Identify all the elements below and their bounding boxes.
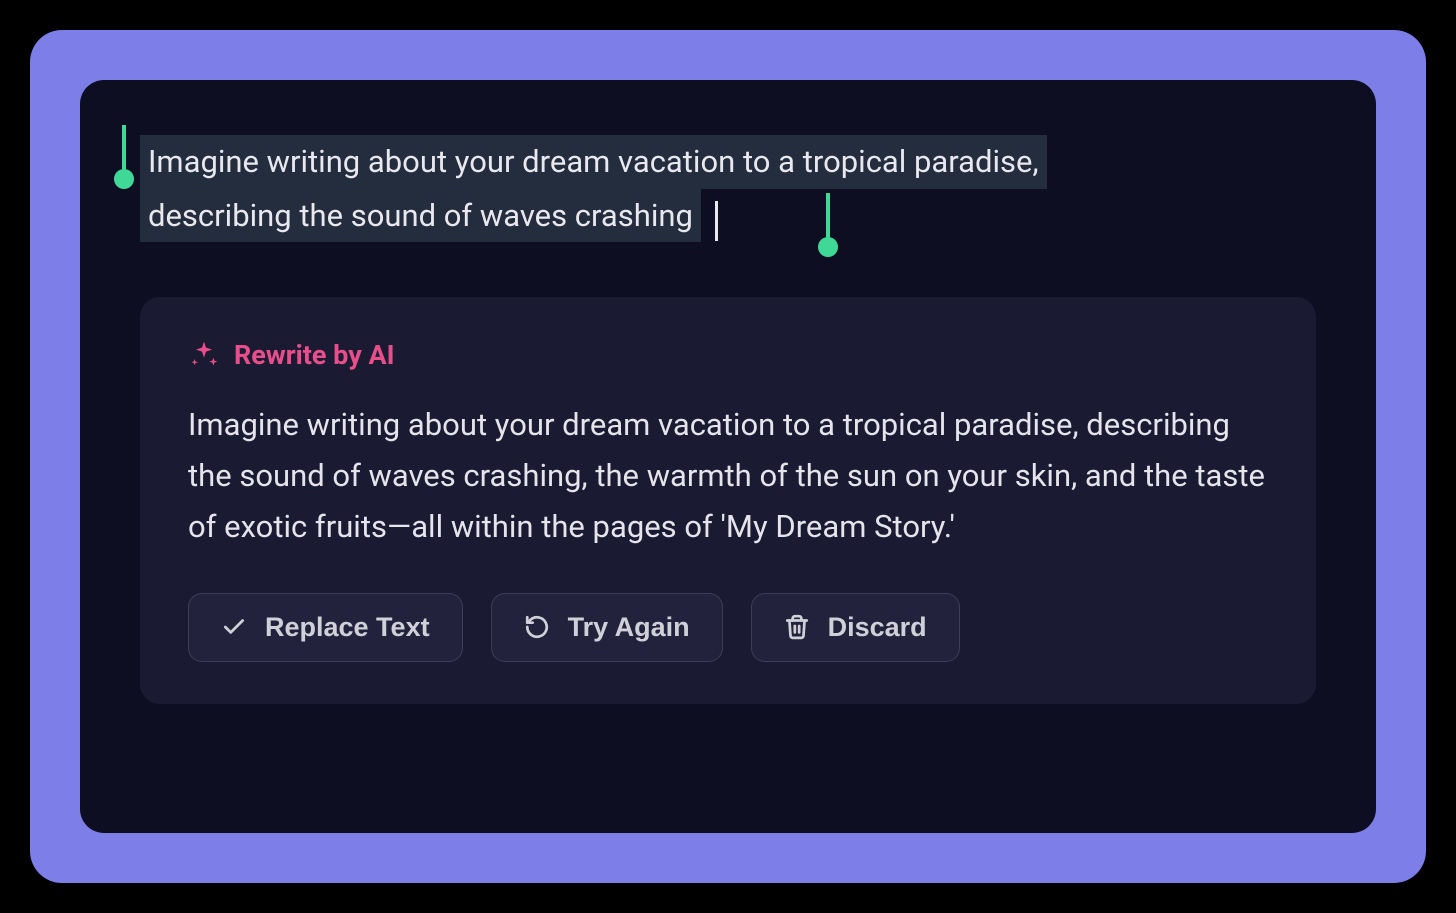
outer-frame: Imagine writing about your dream vacatio…: [30, 30, 1426, 883]
selected-text-line-2: describing the sound of waves crashing: [140, 189, 701, 243]
selection-handle-end[interactable]: [826, 193, 830, 249]
refresh-icon: [524, 614, 550, 640]
check-icon: [221, 614, 247, 640]
selection-handle-start[interactable]: [122, 125, 126, 181]
ai-rewrite-card: Rewrite by AI Imagine writing about your…: [140, 297, 1316, 703]
discard-label: Discard: [828, 612, 927, 643]
selected-text-line-1: Imagine writing about your dream vacatio…: [140, 135, 1047, 189]
action-button-row: Replace Text Try Again: [188, 593, 1268, 662]
editor-panel: Imagine writing about your dream vacatio…: [80, 80, 1376, 833]
ai-card-header: Rewrite by AI: [188, 339, 1268, 371]
discard-button[interactable]: Discard: [751, 593, 960, 662]
sparkle-icon: [188, 339, 220, 371]
ai-rewrite-body: Imagine writing about your dream vacatio…: [188, 399, 1268, 552]
replace-text-button[interactable]: Replace Text: [188, 593, 463, 662]
ai-card-title: Rewrite by AI: [234, 339, 395, 371]
try-again-label: Try Again: [568, 612, 690, 643]
trash-icon: [784, 614, 810, 640]
replace-text-label: Replace Text: [265, 612, 430, 643]
text-cursor: [715, 201, 718, 241]
try-again-button[interactable]: Try Again: [491, 593, 723, 662]
selected-text-area[interactable]: Imagine writing about your dream vacatio…: [140, 135, 1316, 242]
